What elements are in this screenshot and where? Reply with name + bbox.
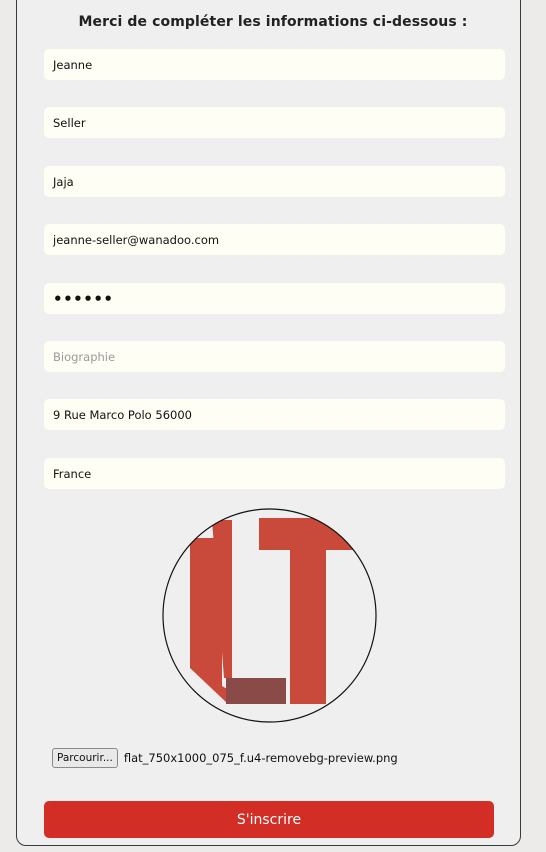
- signup-button[interactable]: S'inscrire: [44, 801, 494, 838]
- file-upload-row: Parcourir... flat_750x1000_075_f.u4-remo…: [52, 747, 398, 769]
- country-field[interactable]: France: [44, 458, 505, 489]
- browse-file-button[interactable]: Parcourir...: [52, 748, 118, 768]
- selected-file-name: flat_750x1000_075_f.u4-removebg-preview.…: [123, 751, 398, 765]
- address-field[interactable]: 9 Rue Marco Polo 56000: [44, 399, 505, 430]
- first-name-field[interactable]: Jeanne: [44, 49, 505, 80]
- form-heading: Merci de compléter les informations ci-d…: [78, 14, 468, 30]
- lt-logo-icon: [162, 508, 377, 723]
- password-field[interactable]: ••••••: [44, 283, 505, 314]
- username-field[interactable]: Jaja: [44, 166, 505, 197]
- avatar-preview: [162, 508, 377, 723]
- last-name-field[interactable]: Seller: [44, 107, 505, 138]
- email-field[interactable]: jeanne-seller@wanadoo.com: [44, 224, 505, 255]
- page: Merci de compléter les informations ci-d…: [0, 0, 546, 852]
- biography-field[interactable]: Biographie: [44, 341, 505, 372]
